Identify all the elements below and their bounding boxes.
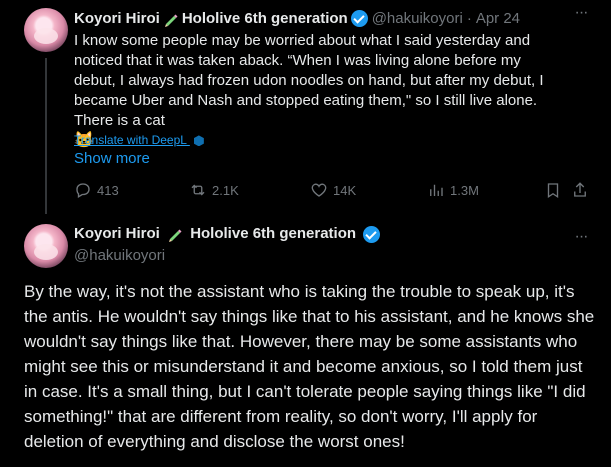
like-count: 14K — [333, 182, 357, 198]
reply-count: 413 — [97, 182, 119, 198]
repost-icon — [191, 184, 205, 196]
verified-icon — [363, 225, 381, 243]
like-button[interactable]: 14K — [310, 181, 356, 199]
repost-button[interactable]: 2.1K — [189, 181, 239, 199]
display-name-suffix[interactable]: Hololive 6th generation — [190, 225, 356, 242]
separator-dot: · — [466, 9, 472, 27]
avatar[interactable] — [24, 224, 68, 268]
translate-label: Translate with DeepL — [74, 133, 187, 147]
handle[interactable]: @hakuikoyori — [372, 10, 463, 27]
thread-line — [45, 58, 47, 214]
verified-icon — [350, 9, 368, 27]
tweet-header: Koyori Hiroi Hololive 6th generation @ha… — [74, 8, 571, 28]
display-name-suffix[interactable]: Hololive 6th generation — [182, 10, 348, 27]
action-bar: 413 2.1K 14K 1.3M — [74, 181, 599, 203]
display-name[interactable]: Koyori Hiroi — [74, 225, 160, 242]
views-button[interactable]: 1.3M — [427, 181, 479, 199]
pencil-emoji-icon — [163, 9, 179, 27]
tweet-text-body: I know some people may be worried about … — [74, 32, 544, 129]
reply-icon — [76, 183, 90, 198]
deepl-icon — [193, 135, 204, 147]
views-icon — [430, 184, 443, 196]
more-icon[interactable]: ··· — [571, 229, 591, 250]
views-count: 1.3M — [450, 182, 479, 198]
bookmark-button[interactable] — [544, 181, 567, 199]
tweet-1[interactable]: Koyori Hiroi Hololive 6th generation @ha… — [0, 0, 611, 214]
repost-count: 2.1K — [212, 182, 239, 198]
tweet-text: By the way, it's not the assistant who i… — [24, 282, 595, 451]
tweet-header: Koyori Hiroi Hololive 6th generation — [74, 225, 381, 243]
display-name[interactable]: Koyori Hiroi — [74, 10, 160, 27]
pencil-emoji-icon — [167, 225, 187, 243]
like-icon — [311, 183, 327, 197]
bookmark-icon — [547, 183, 559, 199]
reply-button[interactable]: 413 — [74, 181, 119, 199]
timestamp[interactable]: Apr 24 — [476, 10, 520, 27]
translate-link[interactable]: Translate with DeepL — [74, 133, 204, 147]
more-icon[interactable]: ··· — [571, 5, 591, 26]
handle[interactable]: @hakuikoyori — [74, 247, 165, 264]
avatar[interactable] — [24, 8, 68, 52]
share-icon — [574, 182, 586, 197]
show-more-link[interactable]: Show more — [74, 150, 150, 167]
share-button[interactable] — [571, 181, 594, 199]
